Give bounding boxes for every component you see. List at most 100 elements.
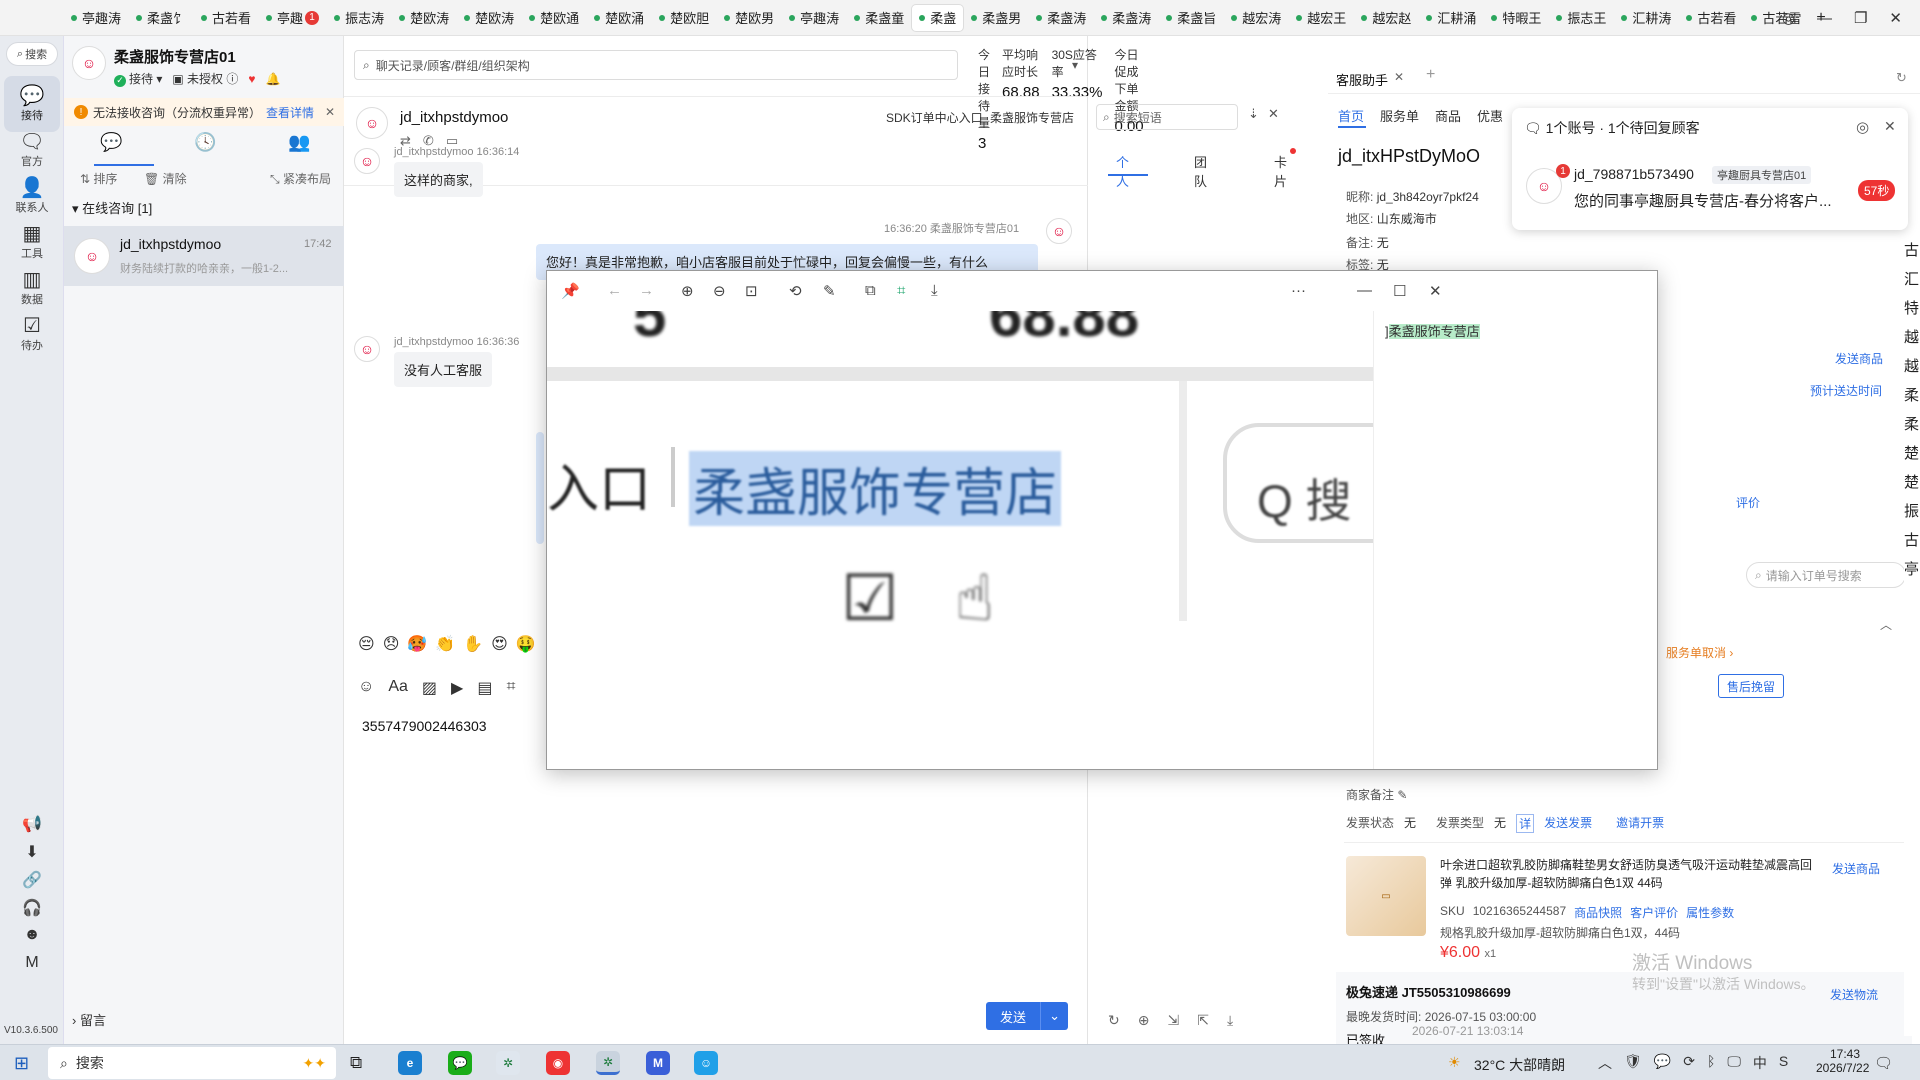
app-tab[interactable]: 亭趣 1: [259, 5, 326, 31]
folder-icon[interactable]: ▤: [477, 678, 492, 698]
stats-expand-icon[interactable]: ▾: [1072, 58, 1078, 72]
fit-icon[interactable]: ⊡: [745, 282, 758, 300]
settings-icon[interactable]: ◎: [1782, 9, 1795, 27]
app-tab[interactable]: 古若看: [1679, 5, 1743, 31]
windows-start-icon[interactable]: ⊞: [14, 1053, 29, 1074]
maximize-button[interactable]: ☐: [1393, 282, 1406, 300]
online-section-header[interactable]: ▾ 在线咨询 [1]: [72, 198, 152, 217]
sort-button[interactable]: ⇅ 排序: [80, 170, 117, 187]
m-app-icon[interactable]: M: [646, 1051, 670, 1075]
app-active-icon[interactable]: ✲: [596, 1051, 620, 1075]
app-tab[interactable]: 楚欧涌: [587, 5, 651, 31]
auth-status[interactable]: ▣ 未授权 ⓘ: [172, 70, 238, 87]
nav-item-todo[interactable]: ☑ 待办: [4, 306, 60, 362]
minimize-button[interactable]: —: [1817, 10, 1832, 27]
send-logistics-link[interactable]: 发送物流: [1830, 986, 1878, 1003]
tab-product[interactable]: 商品: [1435, 106, 1461, 125]
export-icon[interactable]: ⇱: [1197, 1012, 1209, 1029]
emoji[interactable]: 🥵: [407, 634, 427, 654]
image-icon[interactable]: ▨: [422, 678, 437, 698]
close-button[interactable]: ✕: [1429, 282, 1442, 300]
reception-status[interactable]: ✓ 接待 ▾: [114, 70, 162, 87]
link-icon[interactable]: 🔗: [22, 870, 42, 890]
emoji[interactable]: 😍: [491, 634, 508, 654]
tray-chevron-icon[interactable]: ︿: [1598, 1053, 1612, 1073]
aftersale-button[interactable]: 售后挽留: [1718, 674, 1785, 698]
zoomed-image[interactable]: 5 68.88 入口 柔盏服饰专营店 Q 搜 ☑ ☝: [547, 311, 1373, 731]
app-tab[interactable]: 特暇王: [1484, 5, 1548, 31]
snapshot-link[interactable]: 商品快照: [1574, 904, 1622, 921]
app-tab[interactable]: 亭趣涛: [64, 5, 128, 31]
shop-avatar[interactable]: ☺: [72, 46, 106, 80]
edge-icon[interactable]: e: [398, 1051, 422, 1075]
import-icon[interactable]: ⇲: [1167, 1012, 1179, 1029]
ime-indicator[interactable]: 中: [1753, 1053, 1767, 1073]
app-tab[interactable]: 柔盏: [912, 4, 964, 31]
shield-icon[interactable]: 🛡: [1624, 1053, 1642, 1073]
copy-icon[interactable]: ⧉: [865, 282, 876, 299]
order-search-input[interactable]: ⌕ 请输入订单号搜索: [1746, 562, 1906, 588]
clear-button[interactable]: 🗑 清除: [144, 170, 187, 187]
invoice-detail-button[interactable]: 详: [1516, 814, 1535, 833]
emoji[interactable]: 👏: [435, 634, 455, 654]
service-cancel-link[interactable]: 服务单取消 ›: [1666, 644, 1733, 661]
close-icon[interactable]: ✕: [1884, 118, 1896, 135]
download-icon[interactable]: ⤓: [1227, 1012, 1233, 1029]
emoji[interactable]: 😔: [358, 634, 375, 654]
nav-search-button[interactable]: ⌕ 搜索: [6, 42, 58, 66]
jd-chat-icon[interactable]: ☺: [694, 1051, 718, 1075]
attributes-link[interactable]: 属性参数: [1686, 904, 1734, 921]
message-input[interactable]: 3557479002446303: [362, 718, 487, 734]
app-tab[interactable]: 振志王: [1549, 5, 1613, 31]
app-tab[interactable]: 越宏王: [1289, 5, 1353, 31]
edit-icon[interactable]: ✎: [823, 282, 836, 300]
chat-tab-icon[interactable]: 💬: [100, 132, 122, 153]
phrase-tab-personal[interactable]: 个人: [1116, 152, 1129, 190]
product-image[interactable]: ▭: [1346, 856, 1426, 936]
announce-icon[interactable]: 📢: [22, 814, 42, 834]
sogou-icon[interactable]: S: [1779, 1053, 1788, 1073]
phrase-tab-card[interactable]: 卡片: [1274, 152, 1287, 190]
close-button[interactable]: ✕: [1889, 9, 1902, 27]
send-options-chevron-icon[interactable]: ⌄: [1040, 1002, 1069, 1030]
app-tab[interactable]: 楚欧涛: [457, 5, 521, 31]
emoji[interactable]: 😞: [383, 634, 400, 654]
pin-icon[interactable]: 📌: [561, 282, 580, 300]
app-tab[interactable]: 楚欧男: [717, 5, 781, 31]
phrase-search-input[interactable]: ⌕ 搜索短语: [1096, 104, 1238, 130]
headset-icon[interactable]: 🎧: [22, 898, 42, 918]
robot-icon[interactable]: ☻: [22, 926, 42, 946]
app-tab[interactable]: 柔盏涛: [1029, 5, 1093, 31]
app-tab[interactable]: 柔盏涛: [1094, 5, 1158, 31]
rotate-icon[interactable]: ⟲: [789, 282, 802, 300]
tab-service-order[interactable]: 服务单: [1380, 106, 1419, 125]
emoji[interactable]: ✋: [463, 634, 483, 654]
invite-invoice-link[interactable]: 邀请开票: [1616, 814, 1664, 833]
phrase-tab-team[interactable]: 团队: [1194, 152, 1207, 190]
app-tab[interactable]: 越宏赵: [1354, 5, 1418, 31]
app-red-icon[interactable]: ◉: [546, 1051, 570, 1075]
back-icon[interactable]: ←: [607, 282, 622, 299]
refresh-icon[interactable]: ↻: [1896, 70, 1907, 86]
app-tab[interactable]: 柔盏饣: [129, 5, 193, 31]
app-tab[interactable]: 越宏涛: [1224, 5, 1288, 31]
video-icon[interactable]: ▶: [451, 678, 463, 698]
send-invoice-link[interactable]: 发送发票: [1544, 814, 1592, 833]
popup-message[interactable]: 您的同事亭趣厨具专营店-春分将客户...: [1574, 190, 1832, 211]
tab-home[interactable]: 首页: [1338, 106, 1364, 125]
add-icon[interactable]: ⊕: [1138, 1012, 1150, 1029]
collapse-icon[interactable]: ︿: [1880, 616, 1892, 633]
heart-icon[interactable]: ♥: [248, 72, 255, 86]
app-tab[interactable]: 亭趣涛: [782, 5, 846, 31]
conversation-item[interactable]: ☺ jd_itxhpstdymoo 17:42 财务陆续打款的哈亲亲，一般1-2…: [64, 226, 344, 286]
wechat-icon[interactable]: 💬: [448, 1051, 472, 1075]
m-logo-icon[interactable]: M: [22, 954, 42, 974]
tab-coupon[interactable]: 优惠: [1477, 106, 1503, 125]
download-icon[interactable]: ⬇: [22, 842, 42, 862]
close-icon[interactable]: ✕: [1394, 70, 1404, 84]
compact-layout-button[interactable]: ⤡ 紧凑布局: [270, 170, 331, 187]
network-icon[interactable]: 🖵: [1727, 1053, 1741, 1073]
notifications-icon[interactable]: 🗨: [1874, 1054, 1893, 1072]
app-tab[interactable]: 楚欧涛: [392, 5, 456, 31]
customer-review-link[interactable]: 客户评价: [1630, 904, 1678, 921]
